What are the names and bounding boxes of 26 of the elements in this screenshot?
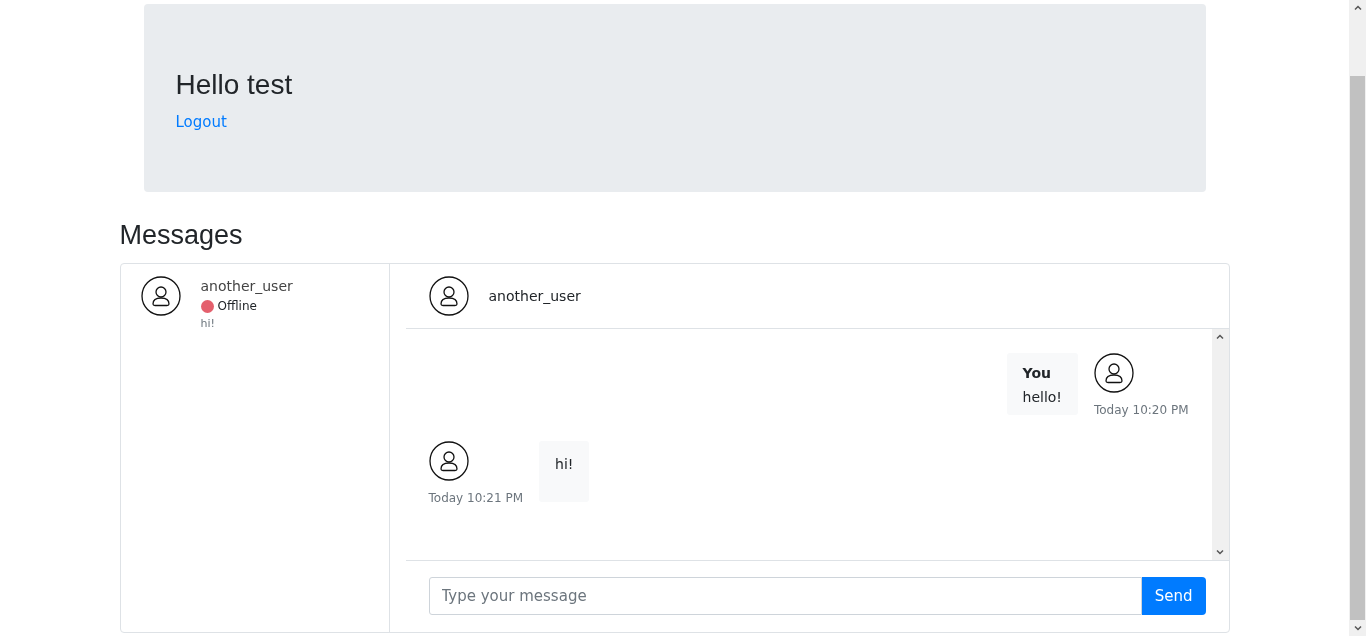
user-avatar-icon <box>428 276 469 316</box>
scrollbar[interactable] <box>1211 329 1229 560</box>
message-input[interactable]: Type your message <box>428 577 1142 615</box>
message-preview: hi! <box>200 317 216 330</box>
user-avatar-icon <box>140 276 181 316</box>
page-scrollbar[interactable] <box>1349 0 1366 636</box>
scroll-thumb[interactable] <box>1350 76 1365 620</box>
sender-name: You <box>1022 365 1052 381</box>
chat-title: another_user <box>488 288 581 304</box>
contact-item[interactable]: another_user Offline hi! <box>120 264 389 342</box>
user-avatar-icon <box>428 441 469 481</box>
message-text: hello! <box>1022 389 1062 405</box>
message-time: Today 10:21 PM <box>428 491 523 505</box>
send-button[interactable]: Send <box>1141 577 1206 615</box>
scroll-up-icon[interactable] <box>1215 332 1225 342</box>
message-time: Today 10:20 PM <box>1094 403 1189 417</box>
messages-heading: Messages <box>119 219 244 251</box>
message-text: hi! <box>555 456 574 472</box>
user-avatar-icon <box>1094 353 1134 393</box>
contact-name: another_user <box>200 277 293 296</box>
logout-link[interactable]: Logout <box>175 113 227 131</box>
scroll-down-icon[interactable] <box>1215 547 1225 557</box>
scroll-up-icon[interactable] <box>1352 3 1363 13</box>
greeting: Hello test <box>175 68 294 102</box>
scroll-down-icon[interactable] <box>1352 623 1363 633</box>
status-text: Offline <box>217 298 257 315</box>
